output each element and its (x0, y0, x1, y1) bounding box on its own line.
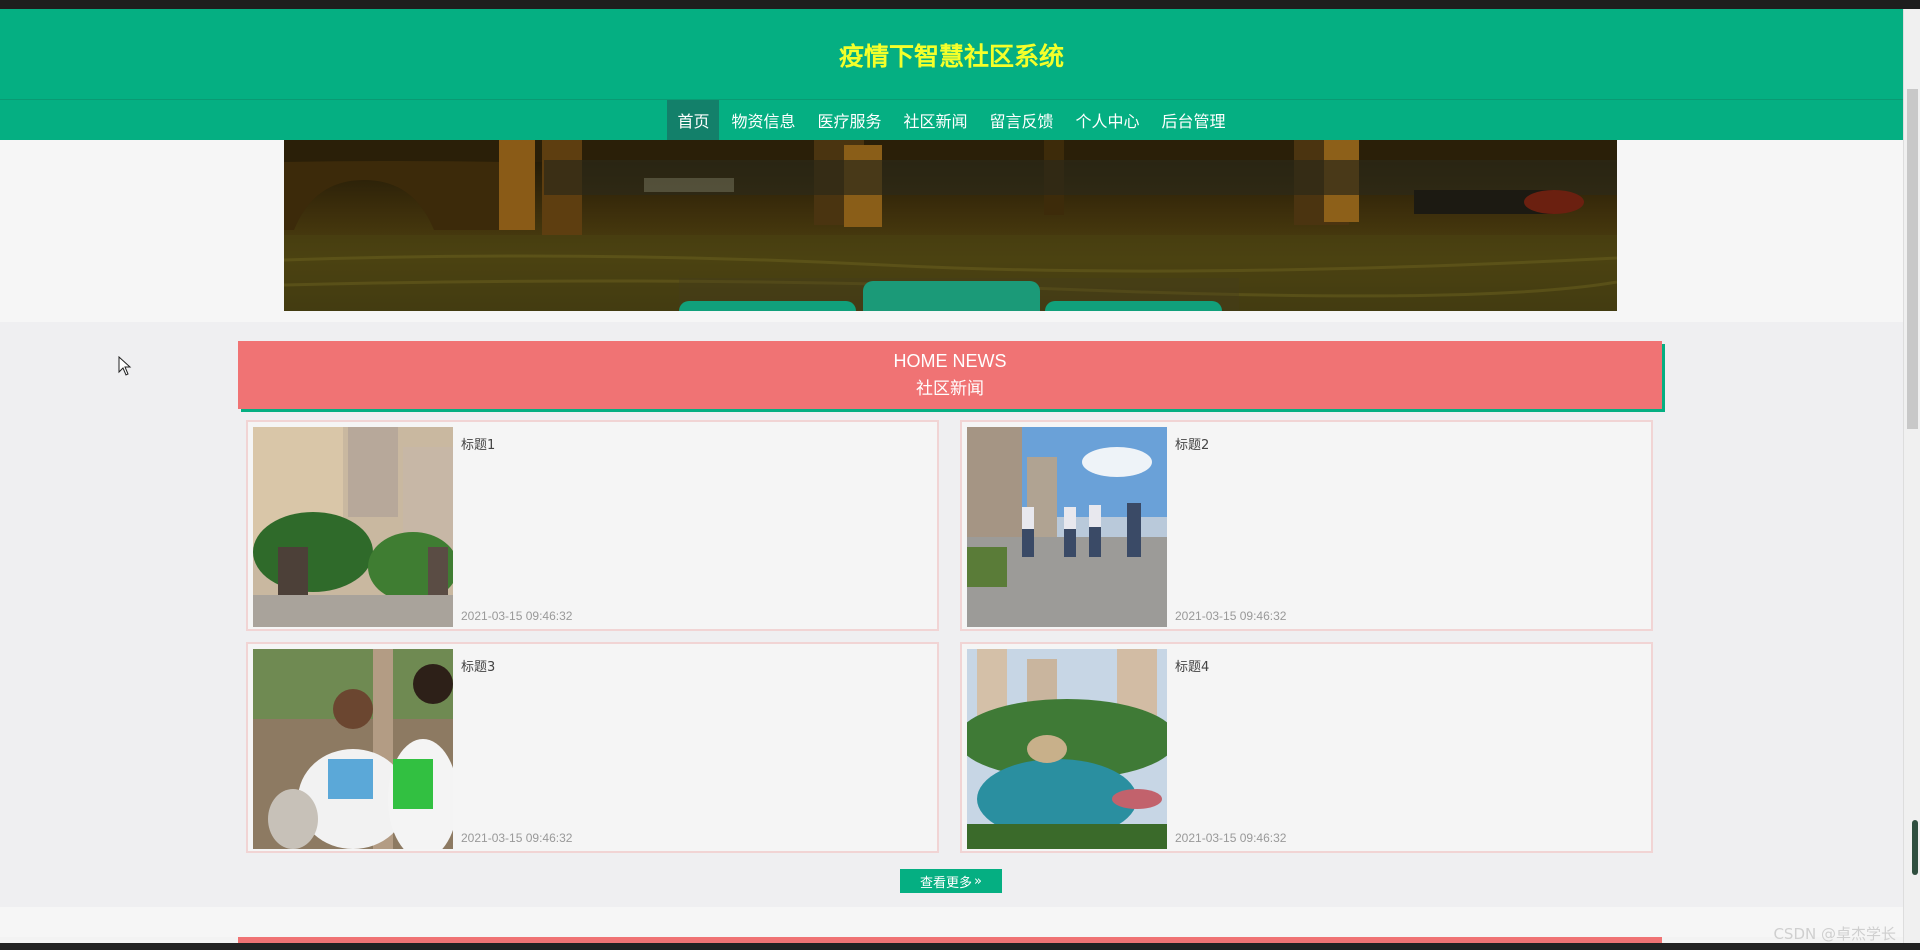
news-thumbnail (253, 427, 453, 627)
news-thumbnail (253, 649, 453, 849)
news-title: 标题3 (461, 660, 496, 675)
news-date: 2021-03-15 09:46:32 (1175, 831, 1287, 845)
view-more-button[interactable]: 查看更多 » (900, 869, 1002, 893)
nav-item-medical[interactable]: 医疗服务 (807, 100, 891, 140)
section-gap (0, 907, 1903, 937)
news-title: 标题2 (1175, 438, 1210, 453)
news-date: 2021-03-15 09:46:32 (1175, 609, 1287, 623)
news-thumbnail (967, 649, 1167, 849)
watermark: CSDN @卓杰学长 (1773, 925, 1896, 943)
nav-item-news[interactable]: 社区新闻 (893, 100, 977, 140)
nav-item-admin[interactable]: 后台管理 (1152, 100, 1236, 140)
site-header: 疫情下智慧社区系统 (0, 9, 1903, 100)
news-card[interactable]: 标题1 2021-03-15 09:46:32 (246, 420, 939, 631)
news-thumbnail (967, 427, 1167, 627)
nav-item-feedback[interactable]: 留言反馈 (980, 100, 1064, 140)
mouse-cursor-icon (118, 355, 132, 380)
news-section-header: HOME NEWS 社区新闻 (238, 341, 1662, 409)
view-more-label: 查看更多 (920, 875, 973, 891)
news-card[interactable]: 标题3 2021-03-15 09:46:32 (246, 642, 939, 853)
carousel-image (284, 140, 1617, 311)
news-title: 标题1 (461, 438, 496, 453)
news-card[interactable]: 标题2 2021-03-15 09:46:32 (960, 420, 1653, 631)
news-heading-en: HOME NEWS (893, 351, 1007, 371)
window-top-edge (0, 0, 1920, 9)
carousel-tab-1[interactable] (679, 301, 856, 311)
main-nav: 首页 物资信息 医疗服务 社区新闻 留言反馈 个人中心 后台管理 (0, 100, 1903, 140)
news-card[interactable]: 标题4 2021-03-15 09:46:32 (960, 642, 1653, 853)
double-chevron-right-icon: » (974, 873, 982, 889)
site-title: 疫情下智慧社区系统 (838, 42, 1064, 71)
news-title: 标题4 (1175, 660, 1210, 675)
scroll-position-indicator (1912, 820, 1918, 875)
window-bottom-edge (0, 943, 1920, 950)
carousel-tab-3[interactable] (1045, 301, 1222, 311)
news-heading-cn: 社区新闻 (916, 379, 984, 399)
news-date: 2021-03-15 09:46:32 (461, 609, 573, 623)
carousel-tab-2[interactable] (863, 281, 1040, 311)
nav-item-supplies[interactable]: 物资信息 (721, 100, 805, 140)
carousel (0, 140, 1903, 322)
page-scrollbar[interactable] (1903, 9, 1920, 943)
nav-item-profile[interactable]: 个人中心 (1066, 100, 1150, 140)
news-date: 2021-03-15 09:46:32 (461, 831, 573, 845)
nav-item-home[interactable]: 首页 (667, 100, 720, 140)
scrollbar-thumb[interactable] (1907, 89, 1918, 429)
